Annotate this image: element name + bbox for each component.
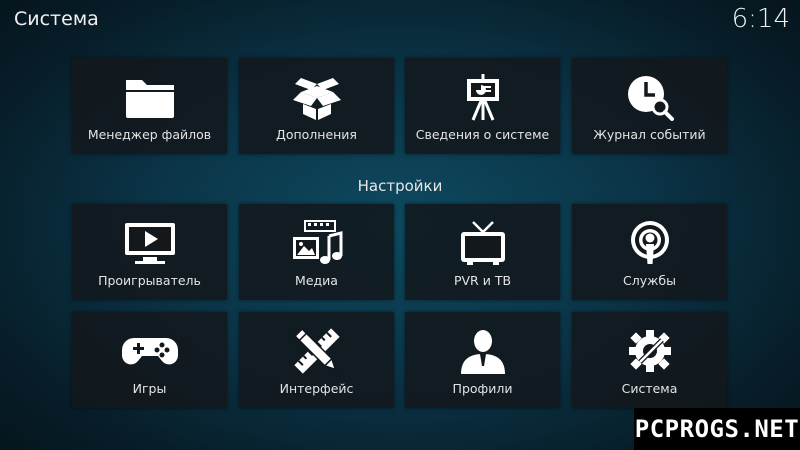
clock: 6:14	[731, 4, 790, 34]
tile-event-log[interactable]: Журнал событий	[572, 58, 727, 154]
tile-system[interactable]: Система	[572, 312, 727, 408]
tile-label: Профили	[452, 381, 513, 396]
tile-media[interactable]: Медиа	[239, 204, 394, 300]
tile-label: Игры	[132, 381, 167, 396]
play-monitor-icon	[120, 218, 180, 268]
podcast-broadcast-icon	[620, 218, 680, 268]
tile-label: Система	[621, 381, 678, 396]
pencil-ruler-icon	[287, 326, 347, 376]
tile-label: Медиа	[295, 273, 338, 288]
user-profile-icon	[453, 326, 513, 376]
tile-system-info[interactable]: Сведения о системе	[405, 58, 560, 154]
folder-icon	[120, 72, 180, 122]
tile-services[interactable]: Службы	[572, 204, 727, 300]
gear-wrench-icon	[620, 326, 680, 376]
tile-label: Проигрыватель	[98, 273, 201, 288]
clock-search-icon	[620, 72, 680, 122]
tile-interface[interactable]: Интерфейс	[239, 312, 394, 408]
media-film-image-music-icon	[287, 218, 347, 268]
tile-label: Дополнения	[276, 127, 357, 142]
tile-label: Менеджер файлов	[87, 127, 212, 142]
tile-pvr-tv[interactable]: PVR и ТВ	[405, 204, 560, 300]
settings-section-title: Настройки	[357, 177, 443, 195]
gamepad-icon	[120, 326, 180, 376]
tv-antenna-icon	[453, 218, 513, 268]
header-title: Система	[14, 8, 99, 30]
tile-label: PVR и ТВ	[453, 273, 512, 288]
tile-profiles[interactable]: Профили	[405, 312, 560, 408]
tile-label: Сведения о системе	[415, 127, 550, 142]
tile-player[interactable]: Проигрыватель	[72, 204, 227, 300]
presentation-easel-icon	[453, 72, 513, 122]
tile-label: Интерфейс	[279, 381, 354, 396]
tile-games[interactable]: Игры	[72, 312, 227, 408]
tile-file-manager[interactable]: Менеджер файлов	[72, 58, 227, 154]
open-box-icon	[287, 72, 347, 122]
tile-label: Журнал событий	[593, 127, 706, 142]
tile-addons[interactable]: Дополнения	[239, 58, 394, 154]
tile-label: Службы	[623, 273, 676, 288]
watermark: PCPROGS.NET	[634, 408, 800, 450]
